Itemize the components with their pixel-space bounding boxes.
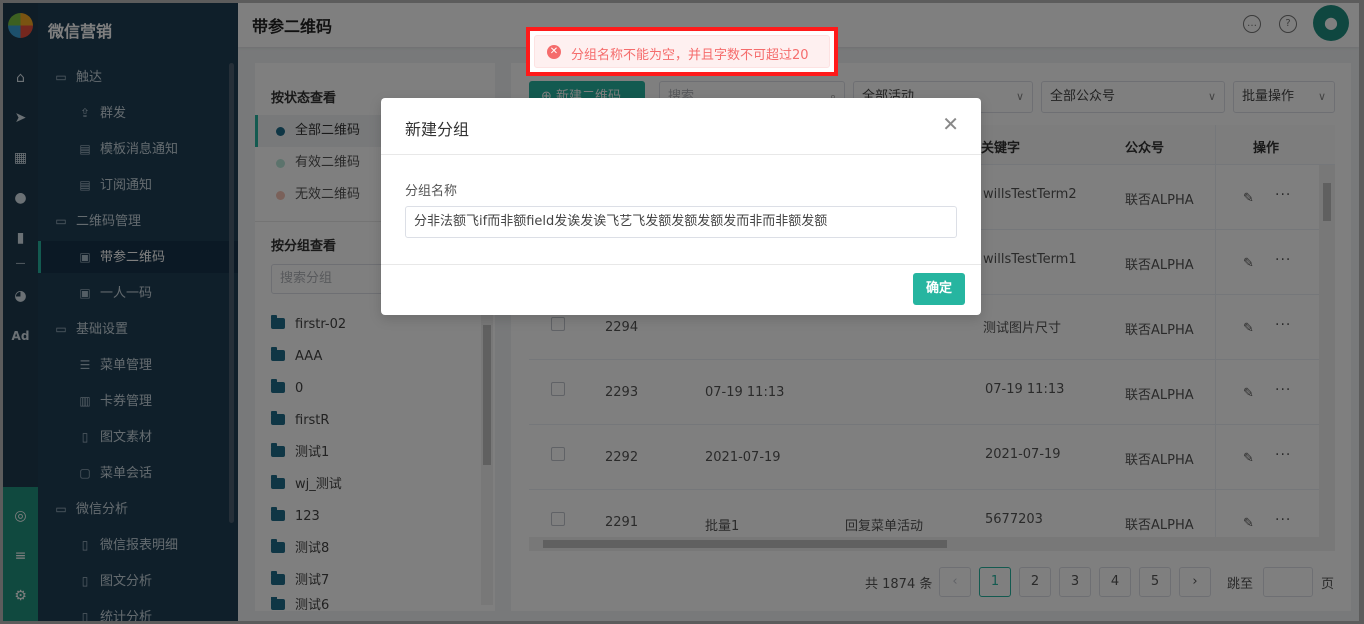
toast-highlight-frame: ✕ 分组名称不能为空，并且字数不可超过20 [526,27,838,76]
close-icon[interactable]: ✕ [942,112,959,136]
error-circle-icon: ✕ [547,45,561,59]
app-window: ⌂ ➤ ▦ ● ▮ — ◕ Ad ◎ ≡ ⚙ 微信营销 ▭触达 ⇪群发 ▤模板消… [3,3,1359,621]
group-name-input[interactable]: 分非法额飞if而非额field发诶发诶飞艺飞发额发额发额发而非而非额发额 [405,206,957,238]
confirm-button[interactable]: 确定 [913,273,965,305]
error-toast: ✕ 分组名称不能为空，并且字数不可超过20 [534,35,830,68]
new-group-dialog: 新建分组 ✕ 分组名称 分非法额飞if而非额field发诶发诶飞艺飞发额发额发额… [381,98,981,315]
dialog-divider [381,264,981,265]
dialog-title: 新建分组 [405,120,470,139]
group-name-label: 分组名称 [405,184,458,199]
toast-message: 分组名称不能为空，并且字数不可超过20 [571,48,809,63]
dialog-divider [381,154,981,155]
